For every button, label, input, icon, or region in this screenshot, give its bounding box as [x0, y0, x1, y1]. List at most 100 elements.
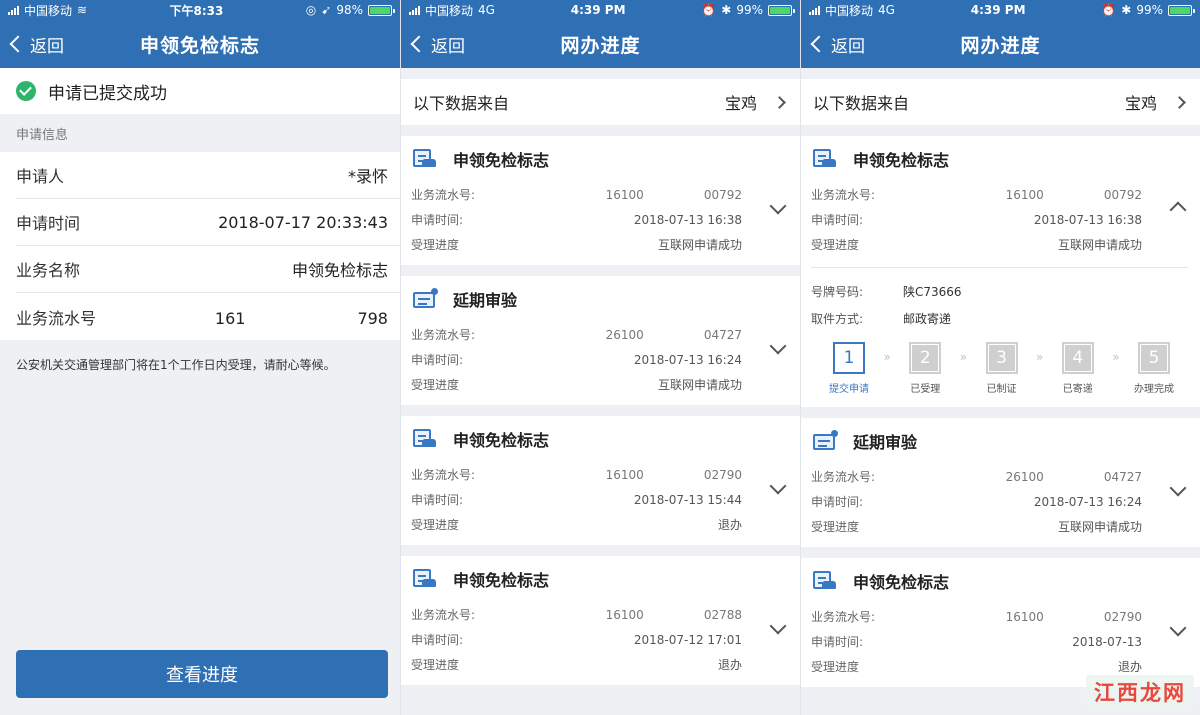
field-value: 退办 [717, 518, 742, 532]
license-doc-icon [811, 148, 839, 170]
progress-card[interactable]: 延期审验 业务流水号: 26100 04727 申请时间: 2018-07-13 1… [401, 276, 800, 405]
field-value: 退办 [1117, 660, 1142, 674]
battery-percent: 98% [336, 3, 363, 17]
battery-percent: 99% [1136, 3, 1163, 17]
status-time: 4:39 PM [970, 3, 1026, 17]
field-value: 2018-07-12 17:01 [633, 632, 742, 647]
progress-card[interactable]: 申领免检标志 业务流水号: 16100 00792 申请时间: 2018-07-13… [401, 136, 800, 265]
data-source-selector[interactable]: 以下数据来自 宝鸡 [401, 79, 800, 125]
detail-key: 号牌号码: [811, 285, 864, 299]
field-key: 申请时间: [411, 213, 464, 227]
field-key: 申请时间: [811, 635, 864, 649]
step-label: 办理完成 [1134, 384, 1174, 395]
card-field: 业务流水号: 16100 00792 [811, 182, 1188, 207]
card-title: 申领免检标志 [453, 151, 550, 170]
back-button[interactable]: 返回 [8, 20, 64, 68]
data-source-selector[interactable]: 以下数据来自 宝鸡 [801, 79, 1200, 125]
card-title: 延期审验 [853, 433, 918, 452]
field-key: 申请时间: [411, 353, 464, 367]
field-value: 互联网申请成功 [657, 378, 742, 392]
field-key: 业务流水号: [811, 610, 876, 624]
page-title: 申领免检标志 [139, 34, 260, 57]
info-value: 2018-07-17 20:33:43 [218, 212, 388, 232]
step-number: 3 [988, 345, 1015, 371]
carrier-label: 中国移动 [825, 3, 874, 18]
bluetooth-icon: ✱ [721, 3, 732, 17]
nav-bar: 返回 网办进度 [801, 20, 1200, 68]
success-text: 申请已提交成功 [48, 83, 167, 104]
battery-percent: 99% [736, 3, 763, 17]
back-button[interactable]: 返回 [409, 20, 465, 68]
screen-progress-list: 中国移动 4G 4:39 PM ⏰ ✱ 99% 返回 网办进度 以下数据来自 宝… [400, 0, 800, 715]
progress-steps: 1 提交申请 » 2 已受理 » 3 已制证 » 4 已寄递 » 5 办理完成 [811, 332, 1188, 399]
field-value: 16100 02788 [605, 608, 742, 622]
id-card-icon [411, 288, 439, 310]
back-button[interactable]: 返回 [809, 20, 865, 68]
step-number: 5 [1141, 345, 1167, 371]
nav-bar: 返回 申领免检标志 [0, 20, 400, 68]
field-value: 16100 00792 [1005, 188, 1142, 202]
field-key: 受理进度 [811, 660, 860, 674]
step-label: 已受理 [910, 384, 941, 395]
card-title: 申领免检标志 [853, 151, 950, 170]
chevron-left-icon [410, 35, 428, 53]
success-banner: 申请已提交成功 [0, 68, 400, 114]
card-field: 业务流水号: 16100 00792 [411, 182, 788, 207]
info-row-apply-time: 申请时间 2018-07-17 20:33:43 [16, 199, 400, 246]
progress-card[interactable]: 申领免检标志 业务流水号: 16100 02790 申请时间: 2018-07-13… [801, 558, 1200, 687]
chevron-left-icon [9, 35, 27, 53]
card-field: 申请时间: 2018-07-13 16:38 [411, 207, 788, 232]
card-field: 业务流水号: 16100 02790 [811, 604, 1188, 629]
step-3: 3 已制证 [974, 342, 1030, 395]
field-value: 16100 02790 [605, 468, 742, 482]
detail-plate: 号牌号码: 陕C73666 [811, 278, 1188, 305]
progress-card[interactable]: 申领免检标志 业务流水号: 16100 02788 申请时间: 2018-07-12… [401, 556, 800, 685]
card-field: 申请时间: 2018-07-13 16:24 [411, 347, 788, 372]
license-doc-icon [411, 148, 439, 170]
field-key: 业务流水号: [411, 188, 476, 202]
field-value: 16100 02790 [1005, 610, 1142, 624]
field-key: 受理进度 [811, 238, 860, 252]
app-header: 中国移动 4G 4:39 PM ⏰ ✱ 99% 返回 网办进度 [801, 0, 1200, 68]
info-label: 申请时间 [16, 214, 81, 233]
battery-icon [1168, 4, 1195, 16]
detail-value: 邮政寄递 [903, 312, 952, 326]
location-icon: ➹ [321, 3, 332, 17]
card-title: 申领免检标志 [453, 431, 550, 450]
carrier-label: 中国移动 [425, 3, 474, 18]
field-key: 受理进度 [411, 378, 460, 392]
info-list: 申请人 *录怀 申请时间 2018-07-17 20:33:43 业务名称 申领… [0, 152, 400, 340]
screen-progress-expanded: 中国移动 4G 4:39 PM ⏰ ✱ 99% 返回 网办进度 以下数据来自 宝… [800, 0, 1200, 715]
carrier-label: 中国移动 [24, 3, 73, 18]
source-label: 以下数据来自 [413, 94, 510, 113]
license-doc-icon [411, 428, 439, 450]
step-label: 提交申请 [829, 384, 869, 395]
status-bar: 中国移动 4G 4:39 PM ⏰ ✱ 99% [801, 0, 1200, 20]
field-value: 2018-07-13 16:38 [633, 212, 742, 227]
field-value: 2018-07-13 16:24 [1033, 494, 1142, 509]
step-4: 4 已寄递 [1050, 342, 1106, 395]
field-key: 申请时间: [411, 633, 464, 647]
info-row-serial-number: 业务流水号 161 798 [16, 293, 400, 340]
back-label: 返回 [30, 36, 64, 57]
card-field: 申请时间: 2018-07-13 16:24 [811, 489, 1188, 514]
battery-icon [768, 4, 795, 16]
card-field: 业务流水号: 16100 02790 [411, 462, 788, 487]
view-progress-button[interactable]: 查看进度 [16, 650, 388, 698]
progress-card[interactable]: 延期审验 业务流水号: 26100 04727 申请时间: 2018-07-13 1… [801, 418, 1200, 547]
field-key: 业务流水号: [411, 328, 476, 342]
progress-card-expanded[interactable]: 申领免检标志 业务流水号: 16100 00792 申请时间: 2018-07-13… [801, 136, 1200, 407]
info-value: 161 798 [214, 308, 388, 328]
chevron-right-icon [1173, 95, 1186, 109]
field-value: 互联网申请成功 [657, 238, 742, 252]
card-field: 业务流水号: 16100 02788 [411, 602, 788, 627]
card-field: 受理进度 退办 [411, 652, 788, 677]
screen-submit-success: 中国移动 ≋ 下午8:33 ◎ ➹ 98% 返回 申领免检标志 申请已提交成功 … [0, 0, 400, 715]
field-key: 受理进度 [811, 520, 860, 534]
chevron-left-icon [810, 35, 828, 53]
step-1: 1 提交申请 [821, 342, 877, 395]
page-title: 网办进度 [560, 34, 641, 57]
back-label: 返回 [431, 36, 465, 57]
progress-card[interactable]: 申领免检标志 业务流水号: 16100 02790 申请时间: 2018-07-13… [401, 416, 800, 545]
step-label: 已制证 [986, 384, 1017, 395]
